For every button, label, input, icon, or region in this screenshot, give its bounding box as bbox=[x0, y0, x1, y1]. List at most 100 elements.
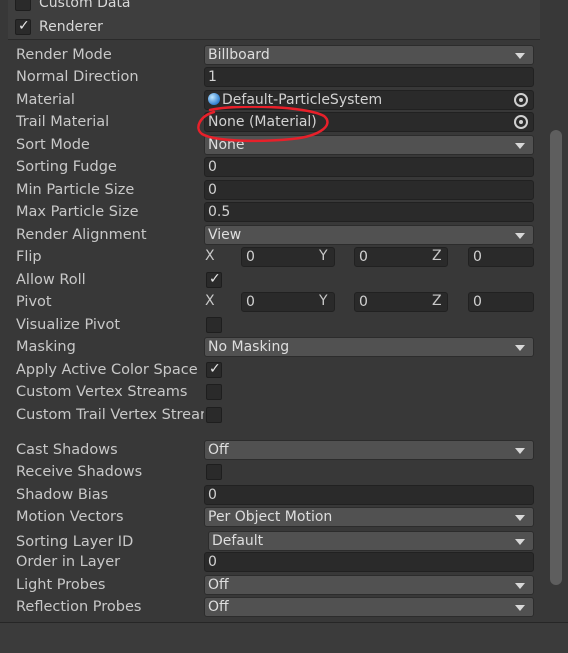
custom-data-header[interactable]: Custom Data bbox=[8, 0, 540, 16]
inspector-bottom-bar bbox=[0, 622, 568, 653]
dropdown-arrow-icon bbox=[515, 448, 525, 454]
trail-material-label: Trail Material bbox=[16, 114, 110, 130]
sorting-fudge-field[interactable]: 0 bbox=[204, 157, 534, 177]
custom-trail-vertex-streams-checkbox[interactable] bbox=[206, 407, 222, 423]
motion-vectors-label: Motion Vectors bbox=[16, 509, 124, 525]
dropdown-arrow-icon bbox=[515, 515, 525, 521]
render-alignment-row: Render Alignment View bbox=[8, 225, 540, 247]
object-picker-icon[interactable] bbox=[514, 115, 528, 129]
apply-active-color-space-row: Apply Active Color Space ✓ bbox=[8, 360, 540, 382]
reflection-probes-value: Off bbox=[208, 599, 229, 615]
renderer-checkbox[interactable]: ✓ bbox=[15, 18, 31, 35]
order-in-layer-row: Order in Layer 0 bbox=[8, 552, 540, 574]
normal-direction-row: Normal Direction 1 bbox=[8, 67, 540, 89]
sorting-fudge-row: Sorting Fudge 0 bbox=[8, 157, 540, 179]
pivot-z-field[interactable]: 0 bbox=[468, 292, 534, 312]
apply-active-color-space-label: Apply Active Color Space bbox=[16, 362, 198, 378]
renderer-header[interactable]: ✓ Renderer bbox=[8, 15, 540, 40]
flip-y-label: Y bbox=[319, 248, 328, 264]
render-mode-label: Render Mode bbox=[16, 47, 112, 63]
flip-z-field[interactable]: 0 bbox=[468, 247, 534, 267]
trail-material-field[interactable]: None (Material) bbox=[204, 112, 534, 132]
shadow-bias-label: Shadow Bias bbox=[16, 487, 109, 503]
trail-material-value: None (Material) bbox=[208, 114, 317, 130]
render-alignment-value: View bbox=[208, 227, 242, 243]
order-in-layer-field[interactable]: 0 bbox=[204, 552, 534, 572]
custom-vertex-streams-checkbox[interactable] bbox=[206, 384, 222, 400]
render-mode-value: Billboard bbox=[208, 47, 270, 63]
render-mode-dropdown[interactable]: Billboard bbox=[204, 45, 534, 65]
normal-direction-field[interactable]: 1 bbox=[204, 67, 534, 87]
pivot-x-label: X bbox=[205, 293, 215, 309]
sort-mode-value: None bbox=[208, 137, 245, 153]
min-particle-size-row: Min Particle Size 0 bbox=[8, 180, 540, 202]
material-row: Material Default-ParticleSystem bbox=[8, 90, 540, 112]
shadow-bias-row: Shadow Bias 0 bbox=[8, 485, 540, 507]
render-alignment-label: Render Alignment bbox=[16, 227, 147, 243]
max-particle-size-row: Max Particle Size 0.5 bbox=[8, 202, 540, 224]
allow-roll-row: Allow Roll ✓ bbox=[8, 270, 540, 292]
material-field[interactable]: Default-ParticleSystem bbox=[204, 90, 534, 110]
receive-shadows-row: Receive Shadows bbox=[8, 462, 540, 484]
sorting-layer-id-row: Sorting Layer ID Default bbox=[8, 531, 540, 553]
reflection-probes-row: Reflection Probes Off bbox=[8, 597, 540, 619]
render-alignment-dropdown[interactable]: View bbox=[204, 225, 534, 245]
max-particle-size-field[interactable]: 0.5 bbox=[204, 202, 534, 222]
sorting-fudge-label: Sorting Fudge bbox=[16, 159, 117, 175]
renderer-panel: Render Mode Billboard Normal Direction 1… bbox=[8, 40, 540, 618]
light-probes-label: Light Probes bbox=[16, 577, 106, 593]
allow-roll-checkbox[interactable]: ✓ bbox=[206, 271, 222, 288]
sorting-layer-id-value: Default bbox=[212, 533, 264, 549]
object-picker-icon[interactable] bbox=[514, 93, 528, 107]
light-probes-value: Off bbox=[208, 577, 229, 593]
sorting-layer-id-dropdown[interactable]: Default bbox=[208, 531, 534, 551]
custom-trail-vertex-streams-row: Custom Trail Vertex Streams bbox=[8, 405, 540, 427]
motion-vectors-row: Motion Vectors Per Object Motion bbox=[8, 507, 540, 529]
cast-shadows-value: Off bbox=[208, 442, 229, 458]
cast-shadows-label: Cast Shadows bbox=[16, 442, 118, 458]
flip-z-label: Z bbox=[432, 248, 442, 264]
apply-active-color-space-checkbox[interactable]: ✓ bbox=[206, 361, 222, 378]
sort-mode-row: Sort Mode None bbox=[8, 135, 540, 157]
check-icon: ✓ bbox=[209, 271, 221, 287]
visualize-pivot-checkbox[interactable] bbox=[206, 317, 222, 333]
motion-vectors-value: Per Object Motion bbox=[208, 509, 333, 525]
cast-shadows-dropdown[interactable]: Off bbox=[204, 440, 534, 460]
reflection-probes-label: Reflection Probes bbox=[16, 599, 142, 615]
dropdown-arrow-icon bbox=[515, 605, 525, 611]
custom-data-checkbox[interactable] bbox=[15, 0, 31, 11]
min-particle-size-field[interactable]: 0 bbox=[204, 180, 534, 200]
render-mode-row: Render Mode Billboard bbox=[8, 45, 540, 67]
reflection-probes-dropdown[interactable]: Off bbox=[204, 597, 534, 617]
light-probes-dropdown[interactable]: Off bbox=[204, 575, 534, 595]
dropdown-arrow-icon bbox=[515, 143, 525, 149]
normal-direction-label: Normal Direction bbox=[16, 69, 139, 85]
pivot-row: Pivot X 0 Y 0 Z 0 bbox=[8, 292, 540, 314]
visualize-pivot-row: Visualize Pivot bbox=[8, 315, 540, 337]
sort-mode-dropdown[interactable]: None bbox=[204, 135, 534, 155]
flip-label: Flip bbox=[16, 249, 42, 265]
receive-shadows-checkbox[interactable] bbox=[206, 464, 222, 480]
sorting-layer-id-label: Sorting Layer ID bbox=[16, 534, 134, 550]
masking-dropdown[interactable]: No Masking bbox=[204, 337, 534, 357]
masking-row: Masking No Masking bbox=[8, 337, 540, 359]
pivot-label: Pivot bbox=[16, 294, 52, 310]
scrollbar[interactable] bbox=[550, 130, 562, 585]
masking-label: Masking bbox=[16, 339, 76, 355]
flip-x-label: X bbox=[205, 248, 215, 264]
check-icon: ✓ bbox=[209, 361, 221, 377]
order-in-layer-label: Order in Layer bbox=[16, 554, 121, 570]
custom-vertex-streams-label: Custom Vertex Streams bbox=[16, 384, 188, 400]
sort-mode-label: Sort Mode bbox=[16, 137, 90, 153]
material-sphere-icon bbox=[208, 93, 220, 105]
allow-roll-label: Allow Roll bbox=[16, 272, 86, 288]
custom-trail-vertex-streams-label: Custom Trail Vertex Streams bbox=[16, 407, 204, 423]
material-value: Default-ParticleSystem bbox=[222, 92, 383, 108]
motion-vectors-dropdown[interactable]: Per Object Motion bbox=[204, 507, 534, 527]
shadow-bias-field[interactable]: 0 bbox=[204, 485, 534, 505]
dropdown-arrow-icon bbox=[515, 583, 525, 589]
dropdown-arrow-icon bbox=[515, 233, 525, 239]
pivot-z-label: Z bbox=[432, 293, 442, 309]
max-particle-size-label: Max Particle Size bbox=[16, 204, 139, 220]
check-icon: ✓ bbox=[18, 18, 30, 34]
